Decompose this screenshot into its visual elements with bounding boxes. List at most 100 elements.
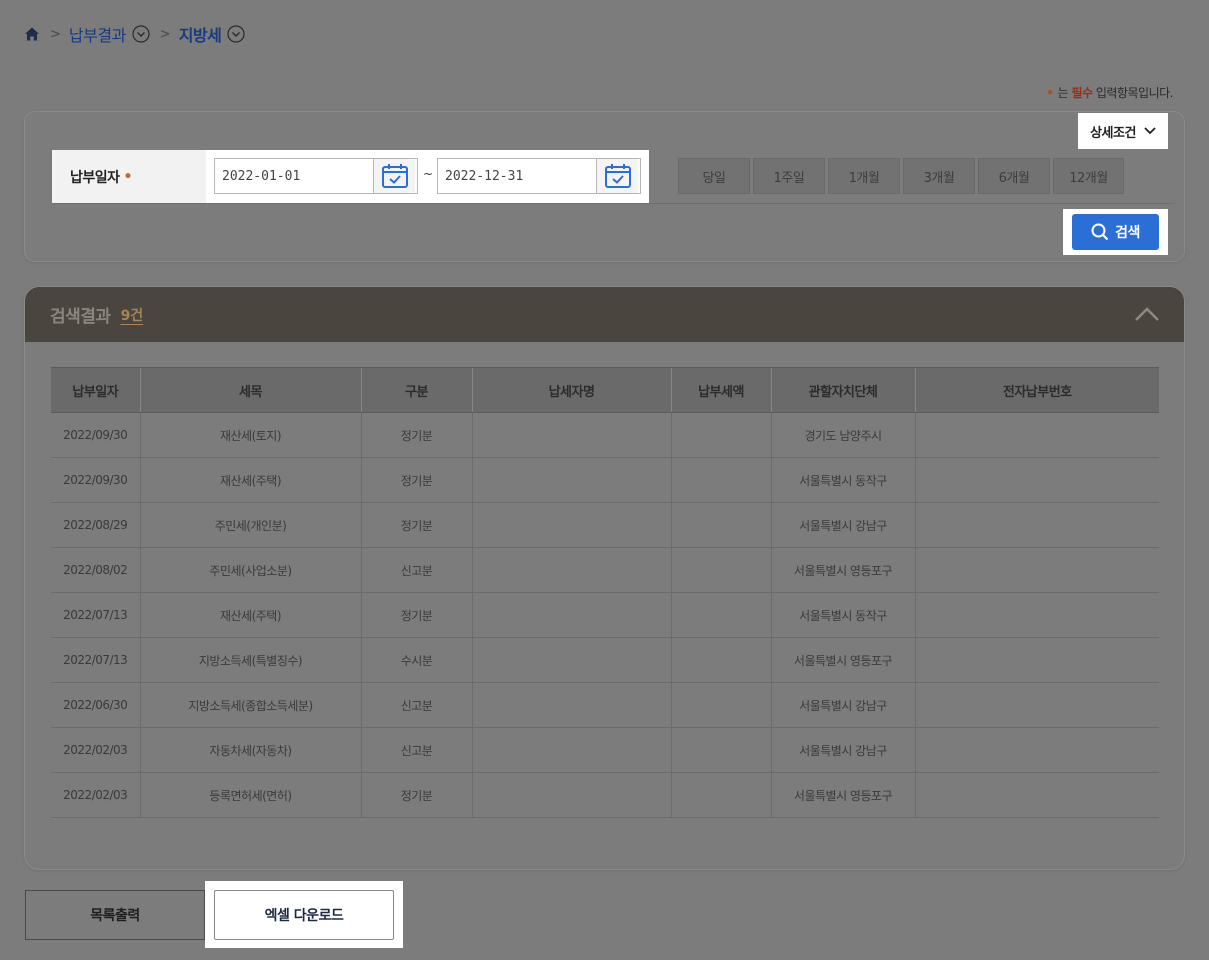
- period-today-button[interactable]: 당일: [678, 158, 750, 194]
- column-header: 세목: [139, 367, 361, 413]
- table-cell: 2022/08/29: [51, 502, 140, 548]
- table-cell: [670, 682, 771, 728]
- table-cell: 서울특별시 영등포구: [770, 637, 915, 683]
- table-cell: 경기도 남양주시: [770, 412, 915, 458]
- table-header-row: 납부일자 세목 구분 납세자명 납부세액 관할자치단체 전자납부번호: [51, 367, 1159, 413]
- start-date-field: [214, 158, 418, 194]
- calendar-icon[interactable]: [373, 159, 415, 193]
- table-cell: 주민세(개인분): [139, 502, 361, 548]
- table-cell: [670, 412, 771, 458]
- breadcrumb-level1[interactable]: 납부결과: [69, 22, 126, 46]
- table-cell: 서울특별시 강남구: [770, 682, 915, 728]
- home-icon[interactable]: [24, 26, 40, 42]
- table-row[interactable]: 2022/09/30 재산세(토지) 정기분 경기도 남양주시: [51, 412, 1159, 458]
- required-note-suffix: 입력항목입니다.: [1095, 86, 1174, 100]
- table-cell: [670, 502, 771, 548]
- detail-conditions-toggle[interactable]: 상세조건: [1078, 113, 1168, 149]
- column-header: 납부세액: [670, 367, 771, 413]
- table-cell: 신고분: [360, 682, 472, 728]
- search-icon: [1091, 223, 1109, 241]
- column-header: 전자납부번호: [914, 367, 1159, 413]
- chevron-down-circle-icon[interactable]: [132, 25, 150, 43]
- table-cell: [914, 592, 1159, 638]
- table-cell: [670, 592, 771, 638]
- divider: [52, 203, 1175, 204]
- breadcrumb-level2[interactable]: 지방세: [179, 22, 222, 46]
- table-cell: 신고분: [360, 547, 472, 593]
- search-button-wrap: 검색: [1063, 209, 1168, 255]
- start-date-input[interactable]: [215, 159, 373, 193]
- table-cell: [914, 547, 1159, 593]
- table-cell: [471, 727, 671, 773]
- period-3month-button[interactable]: 3개월: [903, 158, 975, 194]
- table-row[interactable]: 2022/02/03 자동차세(자동차) 신고분 서울특별시 강남구: [51, 727, 1159, 773]
- table-cell: 서울특별시 동작구: [770, 457, 915, 503]
- table-cell: [914, 727, 1159, 773]
- table-cell: 정기분: [360, 412, 472, 458]
- table-cell: [670, 547, 771, 593]
- table-row[interactable]: 2022/08/02 주민세(사업소분) 신고분 서울특별시 영등포구: [51, 547, 1159, 593]
- period-12month-button[interactable]: 12개월: [1053, 158, 1124, 194]
- table-cell: [471, 682, 671, 728]
- required-dot: •: [1046, 86, 1054, 100]
- table-cell: [670, 727, 771, 773]
- table-cell: 정기분: [360, 772, 472, 818]
- chevron-right-icon: >: [159, 26, 171, 42]
- table-row[interactable]: 2022/09/30 재산세(주택) 정기분 서울특별시 동작구: [51, 457, 1159, 503]
- search-button-label: 검색: [1115, 225, 1140, 241]
- column-header: 관할자치단체: [770, 367, 915, 413]
- table-cell: [670, 457, 771, 503]
- table-cell: 2022/02/03: [51, 772, 140, 818]
- table-cell: [471, 457, 671, 503]
- table-cell: [471, 547, 671, 593]
- required-field-note: • 는 필수 입력항목입니다.: [1046, 84, 1173, 101]
- table-row[interactable]: 2022/02/03 등록면허세(면허) 정기분 서울특별시 영등포구: [51, 772, 1159, 818]
- print-list-button[interactable]: 목록출력: [25, 890, 205, 940]
- table-cell: 서울특별시 영등포구: [770, 547, 915, 593]
- table-cell: 서울특별시 동작구: [770, 592, 915, 638]
- required-dot: •: [123, 168, 133, 185]
- table-cell: 정기분: [360, 457, 472, 503]
- period-1week-button[interactable]: 1주일: [753, 158, 825, 194]
- results-table-body: 2022/09/30 재산세(토지) 정기분 경기도 남양주시 2022/09/30 재산…: [51, 412, 1159, 818]
- table-cell: 2022/09/30: [51, 412, 140, 458]
- table-row[interactable]: 2022/07/13 지방소득세(특별징수) 수시분 서울특별시 영등포구: [51, 637, 1159, 683]
- results-header: 검색결과 9건: [25, 287, 1184, 342]
- results-panel: 검색결과 9건 납부일자 세목 구분 납세자명 납부세액 관할자치단체 전자납부…: [25, 287, 1184, 869]
- table-cell: 재산세(주택): [139, 457, 361, 503]
- table-cell: [471, 502, 671, 548]
- table-cell: 2022/06/30: [51, 682, 140, 728]
- table-cell: 2022/08/02: [51, 547, 140, 593]
- breadcrumb: > 납부결과 > 지방세: [24, 22, 245, 46]
- table-row[interactable]: 2022/06/30 지방소득세(종합소득세분) 신고분 서울특별시 강남구: [51, 682, 1159, 728]
- chevron-down-circle-icon[interactable]: [227, 25, 245, 43]
- chevron-right-icon: >: [50, 26, 61, 42]
- period-1month-button[interactable]: 1개월: [828, 158, 900, 194]
- table-cell: 서울특별시 영등포구: [770, 772, 915, 818]
- table-cell: [914, 772, 1159, 818]
- table-row[interactable]: 2022/08/29 주민세(개인분) 정기분 서울특별시 강남구: [51, 502, 1159, 548]
- payment-date-row: 납부일자 • ~: [52, 150, 649, 203]
- table-cell: 신고분: [360, 727, 472, 773]
- end-date-input[interactable]: [438, 159, 596, 193]
- excel-download-wrap: 엑셀 다운로드: [205, 881, 403, 948]
- table-cell: [914, 637, 1159, 683]
- table-cell: [914, 412, 1159, 458]
- period-6month-button[interactable]: 6개월: [978, 158, 1050, 194]
- table-cell: 서울특별시 강남구: [770, 727, 915, 773]
- table-row[interactable]: 2022/07/13 재산세(주택) 정기분 서울특별시 동작구: [51, 592, 1159, 638]
- date-range-separator: ~: [423, 167, 434, 181]
- chevron-up-icon[interactable]: [1134, 305, 1160, 323]
- results-table: 납부일자 세목 구분 납세자명 납부세액 관할자치단체 전자납부번호 2022/…: [51, 367, 1159, 818]
- search-button[interactable]: 검색: [1072, 214, 1159, 250]
- calendar-icon[interactable]: [596, 159, 638, 193]
- table-cell: [670, 637, 771, 683]
- detail-conditions-label: 상세조건: [1090, 125, 1136, 141]
- table-cell: 정기분: [360, 502, 472, 548]
- table-cell: [914, 502, 1159, 548]
- table-cell: 정기분: [360, 592, 472, 638]
- excel-download-button[interactable]: 엑셀 다운로드: [214, 889, 394, 940]
- required-note-prefix: 는: [1057, 86, 1069, 100]
- results-count: 9건: [120, 307, 144, 324]
- table-cell: [914, 457, 1159, 503]
